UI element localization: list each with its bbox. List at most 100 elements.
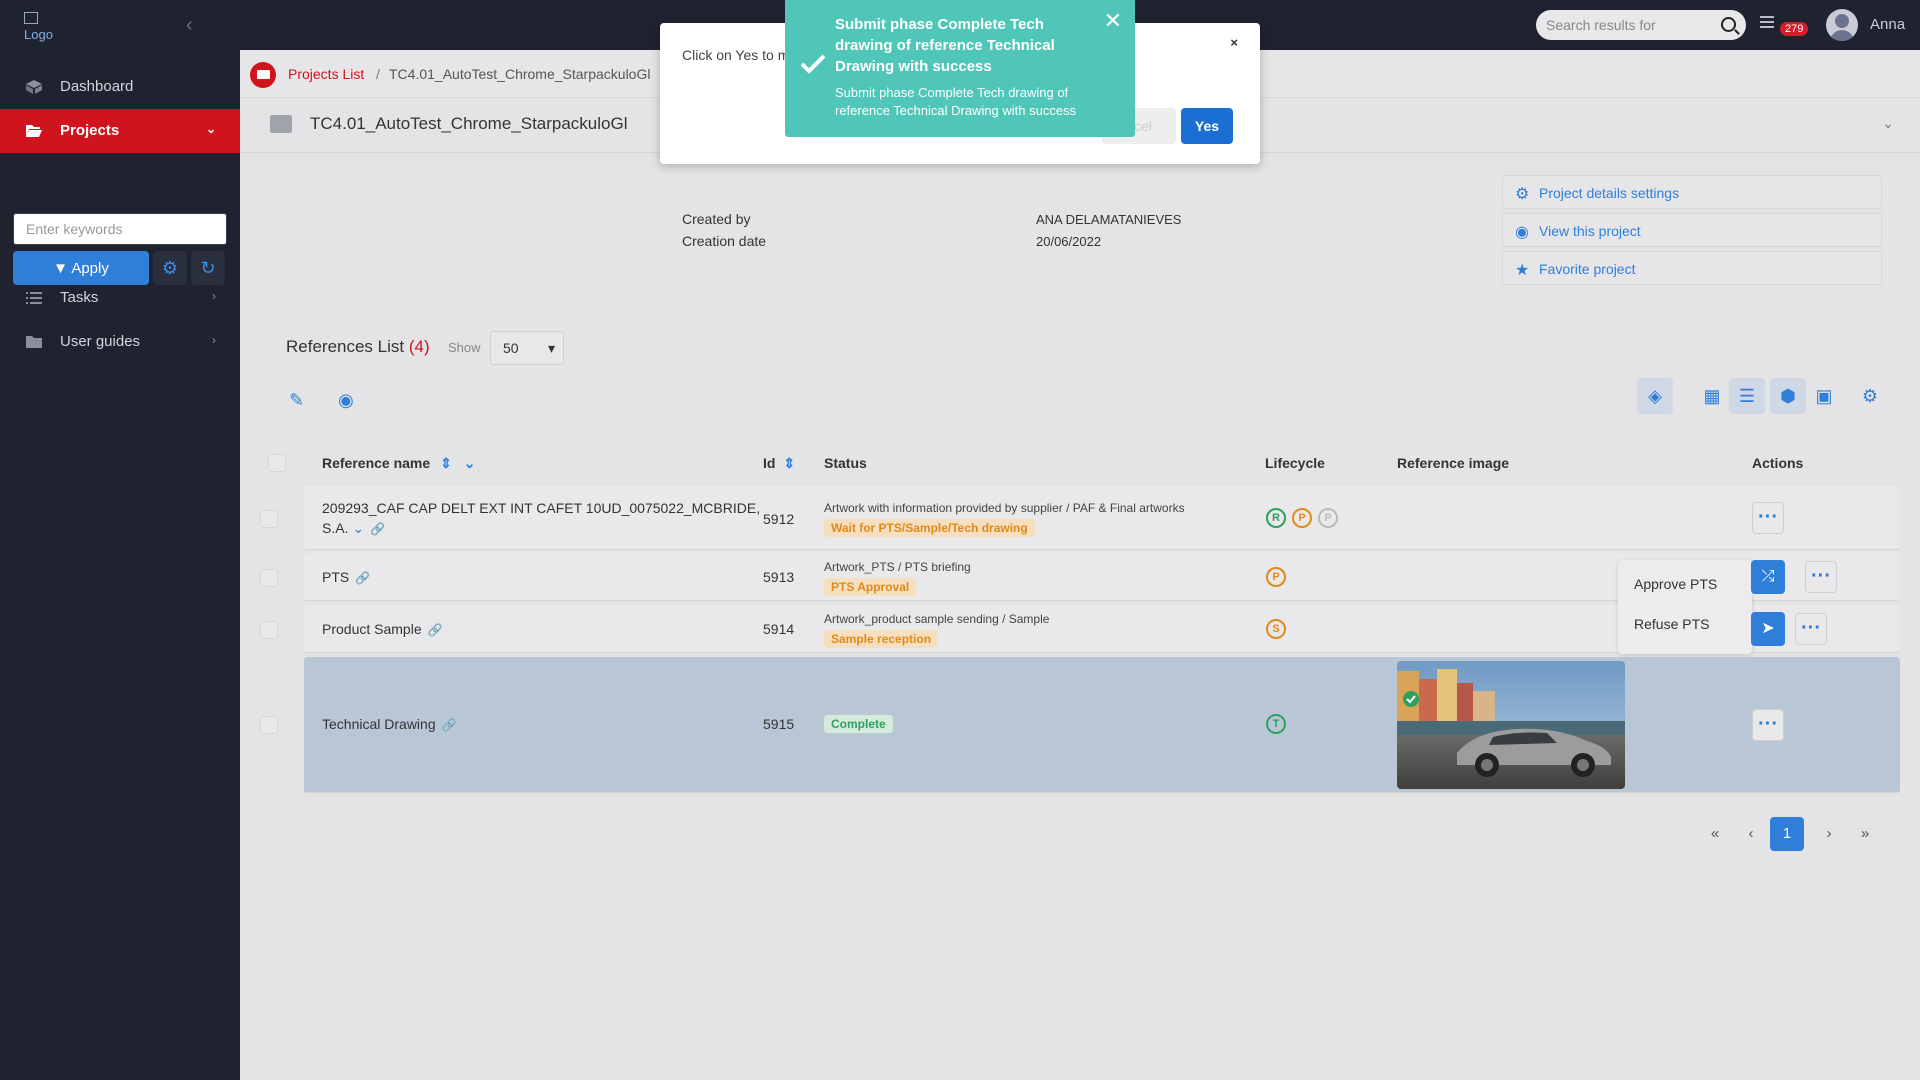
- toast-title: Submit phase Complete Tech drawing of re…: [835, 16, 1055, 75]
- created-by-value: ANA DELAMATANIEVES: [1036, 212, 1182, 227]
- link-icon[interactable]: 🔗: [370, 522, 385, 536]
- send-action-button[interactable]: ➤: [1751, 612, 1785, 646]
- reference-name[interactable]: Technical Drawing 🔗: [322, 714, 457, 735]
- sidebar-item-label: Dashboard: [60, 78, 134, 95]
- dashboard-icon: [26, 80, 42, 94]
- list-view-button[interactable]: ☰: [1729, 378, 1765, 414]
- more-actions-button[interactable]: ···: [1795, 613, 1827, 645]
- page-size-select[interactable]: 50: [490, 331, 564, 365]
- favorite-project-link[interactable]: ★ Favorite project: [1502, 251, 1882, 285]
- table-row[interactable]: Technical Drawing 🔗 5915 Complete T ···: [304, 657, 1900, 793]
- double-chevron-down-icon[interactable]: ⌄: [464, 455, 476, 471]
- gear-icon: ⚙: [1861, 386, 1879, 406]
- link-label: View this project: [1539, 223, 1641, 239]
- apply-label: Apply: [71, 259, 109, 277]
- search-input[interactable]: [1536, 10, 1716, 40]
- filter-icon: ▼: [53, 259, 68, 277]
- next-page-button[interactable]: ›: [1812, 817, 1846, 851]
- cube-view-button[interactable]: ⬢: [1770, 378, 1806, 414]
- more-actions-button[interactable]: ···: [1805, 561, 1837, 593]
- row-checkbox[interactable]: [260, 716, 278, 734]
- column-header-id[interactable]: Id ⇕: [763, 455, 795, 472]
- link-icon[interactable]: 🔗: [442, 718, 457, 732]
- keywords-input[interactable]: [13, 213, 227, 245]
- status-text: Artwork_PTS / PTS briefing: [824, 560, 971, 574]
- refuse-pts-menu-item[interactable]: Refuse PTS: [1634, 616, 1709, 632]
- row-checkbox[interactable]: [260, 510, 278, 528]
- sidebar-item-dashboard[interactable]: Dashboard: [0, 65, 240, 109]
- car-photo: [1397, 661, 1625, 789]
- link-icon[interactable]: 🔗: [428, 623, 443, 637]
- image-view-button[interactable]: ▣: [1806, 378, 1842, 414]
- table-settings-button[interactable]: ⚙: [1852, 378, 1888, 414]
- chevron-down-icon: ⌄: [205, 122, 216, 136]
- ellipsis-icon: ···: [1758, 713, 1778, 735]
- chevron-right-icon: ›: [212, 333, 216, 347]
- table-row[interactable]: 209293_CAF CAP DELT EXT INT CAFET 10UD_0…: [304, 486, 1900, 550]
- approve-pts-menu-item[interactable]: Approve PTS: [1634, 576, 1717, 592]
- column-header-status: Status: [824, 455, 867, 471]
- sort-icon[interactable]: ⇕: [783, 455, 795, 471]
- sidebar-item-projects[interactable]: Projects ⌄: [0, 109, 240, 153]
- first-page-button[interactable]: «: [1698, 817, 1732, 851]
- yes-button[interactable]: Yes: [1181, 108, 1233, 144]
- search-box: [1536, 10, 1746, 40]
- reference-id: 5915: [763, 716, 795, 732]
- reference-name[interactable]: Product Sample 🔗: [322, 619, 443, 640]
- grid-icon: ▦: [1703, 386, 1721, 406]
- column-header-actions: Actions: [1752, 455, 1804, 471]
- previous-page-button[interactable]: ‹: [1734, 817, 1768, 851]
- reference-name[interactable]: PTS 🔗: [322, 567, 370, 588]
- reference-status: Artwork_product sample sending / Sample …: [824, 612, 1049, 648]
- reference-id: 5914: [763, 621, 795, 637]
- tasks-list-icon[interactable]: [1760, 16, 1774, 28]
- reference-name[interactable]: 209293_CAF CAP DELT EXT INT CAFET 10UD_0…: [322, 498, 762, 539]
- folder-icon: [270, 115, 292, 133]
- more-actions-button[interactable]: ···: [1752, 709, 1784, 741]
- close-icon[interactable]: ×: [1230, 35, 1238, 50]
- avatar[interactable]: [1826, 9, 1858, 41]
- lifecycle-badge: S: [1266, 619, 1286, 639]
- select-all-checkbox[interactable]: [268, 454, 286, 472]
- approve-action-button[interactable]: ⤮: [1751, 560, 1785, 594]
- last-page-button[interactable]: »: [1848, 817, 1882, 851]
- star-icon: ★: [1515, 262, 1530, 279]
- row-checkbox[interactable]: [260, 621, 278, 639]
- grid-view-button[interactable]: ▦: [1694, 378, 1730, 414]
- close-icon[interactable]: ✕: [1104, 8, 1122, 34]
- success-toast: Submit phase Complete Tech drawing of re…: [785, 0, 1135, 137]
- column-header-reference-name[interactable]: Reference name ⇕ ⌄: [322, 455, 475, 472]
- sidebar-item-user-guides[interactable]: User guides ›: [0, 320, 240, 364]
- link-icon[interactable]: 🔗: [355, 571, 370, 585]
- sidebar-item-label: Projects: [60, 122, 120, 139]
- reference-image[interactable]: [1397, 661, 1625, 789]
- edit-icon[interactable]: ✎: [289, 390, 304, 411]
- shuffle-icon: ⤮: [1761, 568, 1775, 585]
- broken-image-icon: [24, 12, 38, 24]
- list-icon: ☰: [1738, 386, 1756, 406]
- reference-name-text: Product Sample: [322, 621, 422, 637]
- username[interactable]: Anna: [1870, 16, 1905, 33]
- layers-button[interactable]: ◈: [1637, 378, 1673, 414]
- created-by-label: Created by: [682, 211, 751, 227]
- search-icon[interactable]: [1721, 17, 1736, 32]
- sidebar-item-tasks[interactable]: Tasks ›: [0, 276, 240, 320]
- collapse-sidebar-icon[interactable]: ‹: [186, 14, 193, 37]
- chevron-down-icon[interactable]: ⌄: [1882, 115, 1894, 132]
- ellipsis-icon: ···: [1811, 565, 1831, 587]
- status-badge: Wait for PTS/Sample/Tech drawing: [824, 519, 1035, 537]
- row-checkbox[interactable]: [260, 569, 278, 587]
- cube-icon: ⬢: [1780, 386, 1796, 406]
- sidebar-item-label: User guides: [60, 333, 141, 350]
- references-title-text: References List: [286, 337, 405, 356]
- page-1-button[interactable]: 1: [1770, 817, 1804, 851]
- project-details-settings-link[interactable]: ⚙ Project details settings: [1502, 175, 1882, 209]
- eye-icon[interactable]: ◉: [338, 390, 354, 411]
- view-project-link[interactable]: ◉ View this project: [1502, 213, 1882, 247]
- chevron-right-icon: ›: [212, 289, 216, 303]
- breadcrumb-projects-link[interactable]: Projects List: [288, 66, 364, 82]
- more-actions-button[interactable]: ···: [1752, 502, 1784, 534]
- chevron-down-icon[interactable]: ⌄: [352, 520, 364, 536]
- sort-icon[interactable]: ⇕: [440, 455, 452, 471]
- logo[interactable]: Logo: [24, 12, 53, 42]
